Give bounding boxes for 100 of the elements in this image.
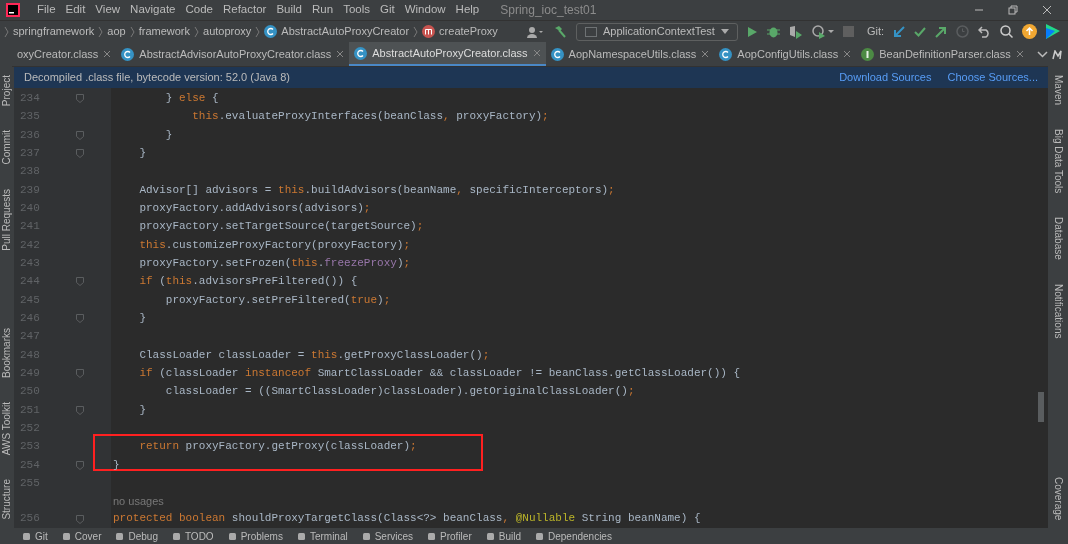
- fold-marker-icon[interactable]: [76, 514, 84, 524]
- editor-tab[interactable]: BeanDefinitionParser.class: [856, 42, 1029, 66]
- editor-tab[interactable]: AbstractAutoProxyCreator.class: [349, 42, 546, 66]
- fold-marker-icon[interactable]: [76, 149, 84, 159]
- editor-tab[interactable]: oxyCreator.class: [12, 42, 117, 66]
- class-icon: [719, 47, 733, 61]
- menu-item[interactable]: Tools: [338, 1, 375, 19]
- menu-item[interactable]: Code: [180, 1, 218, 19]
- chevron-down-icon[interactable]: [1036, 50, 1048, 58]
- tool-window-icon: [361, 531, 371, 541]
- breadcrumb[interactable]: aop: [107, 23, 126, 40]
- menu-item[interactable]: Window: [399, 1, 451, 19]
- menu-item[interactable]: Navigate: [125, 1, 181, 19]
- menu-item[interactable]: Build: [271, 1, 307, 19]
- close-icon[interactable]: [103, 50, 112, 58]
- menu-item[interactable]: Edit: [60, 1, 91, 19]
- tool-window-tab[interactable]: Bookmarks: [1, 328, 13, 379]
- run-configuration-dropdown[interactable]: ApplicationContextTest: [575, 22, 738, 41]
- fold-marker-icon[interactable]: [76, 460, 84, 470]
- breadcrumb[interactable]: autoproxy: [203, 23, 252, 40]
- check-icon[interactable]: [914, 26, 926, 37]
- code-line: if (classLoader instanceof SmartClassLoader && classLoader != beanClass.getClassLoader()) {: [138, 366, 741, 382]
- maven-icon[interactable]: [1052, 49, 1064, 60]
- fold-marker-icon[interactable]: [76, 94, 84, 103]
- close-icon[interactable]: [1015, 50, 1024, 58]
- tab-label: AopConfigUtils.class: [737, 46, 839, 62]
- tool-window-tab[interactable]: Maven: [1052, 75, 1064, 105]
- git-label: Git:: [866, 24, 884, 40]
- toolbox-logo-icon[interactable]: [1046, 24, 1060, 39]
- tool-window-tab[interactable]: Commit: [1, 130, 13, 165]
- tool-window-tab[interactable]: Structure: [1, 479, 13, 520]
- close-icon[interactable]: [1042, 5, 1052, 15]
- tool-window-tab[interactable]: Database: [1052, 217, 1064, 261]
- tool-window-tab[interactable]: Notifications: [1052, 284, 1064, 339]
- menu-item[interactable]: View: [90, 1, 126, 19]
- banner-link[interactable]: Choose Sources...: [947, 69, 1038, 86]
- code-line: }: [138, 402, 146, 418]
- tool-window-button[interactable]: Debug: [115, 528, 158, 544]
- menu-item[interactable]: Run: [307, 1, 339, 19]
- code-line: classLoader = ((SmartClassLoader)classLoader).getOriginalClassLoader();: [164, 384, 635, 400]
- undo-icon[interactable]: [978, 25, 991, 38]
- tool-window-button[interactable]: Terminal: [296, 528, 348, 544]
- tool-window-button[interactable]: Git: [22, 528, 48, 544]
- editor-tab[interactable]: AbstractAdvisorAutoProxyCreator.class: [116, 42, 350, 66]
- chevron-icon: [413, 25, 419, 38]
- tool-window-button[interactable]: Build: [485, 528, 521, 544]
- search-icon[interactable]: [1000, 25, 1013, 38]
- chevron-icon: [129, 25, 135, 38]
- tool-window-tab[interactable]: Project: [1, 75, 13, 107]
- breadcrumb[interactable]: springframework: [13, 23, 95, 40]
- arrow-down-left-icon[interactable]: [893, 25, 905, 38]
- caret-icon: [720, 29, 729, 34]
- tool-window-tab[interactable]: Pull Requests: [1, 188, 13, 251]
- code-line: }: [113, 457, 120, 473]
- tool-window-tab[interactable]: Coverage: [1052, 476, 1064, 520]
- user-icon[interactable]: [525, 25, 544, 38]
- banner-link[interactable]: Download Sources: [839, 69, 932, 86]
- breadcrumb[interactable]: framework: [138, 23, 190, 40]
- fold-marker-icon[interactable]: [76, 369, 84, 379]
- window-title: Spring_ioc_test01: [500, 2, 597, 19]
- tool-window-button[interactable]: Problems: [227, 528, 283, 544]
- code-line: if (this.advisorsPreFiltered()) {: [138, 274, 358, 290]
- tool-window-button[interactable]: Cover: [61, 528, 102, 544]
- bug-icon[interactable]: [766, 25, 780, 38]
- breadcrumb[interactable]: createProxy: [422, 23, 498, 40]
- clock-run-icon[interactable]: [811, 24, 834, 39]
- tool-window-tab[interactable]: AWS Toolkit: [1, 402, 13, 456]
- banner-message: Decompiled .class file, bytecode version: 52.0 (Java 8): [24, 70, 290, 86]
- tool-window-tab[interactable]: Big Data Tools: [1052, 129, 1064, 194]
- shield-run-icon[interactable]: [788, 24, 803, 39]
- clock-icon[interactable]: [956, 25, 969, 38]
- stop-icon[interactable]: [842, 26, 854, 37]
- menu-item[interactable]: Git: [375, 1, 400, 19]
- tool-window-button[interactable]: Dependencies: [535, 528, 612, 544]
- close-icon[interactable]: [336, 50, 345, 58]
- tool-window-icon: [61, 531, 71, 541]
- run-icon[interactable]: [746, 25, 758, 38]
- fold-marker-icon[interactable]: [76, 405, 84, 415]
- menu-item[interactable]: Help: [450, 1, 485, 19]
- arrow-up-right-icon[interactable]: [935, 25, 947, 38]
- editor-tab[interactable]: AopNamespaceUtils.class: [545, 42, 715, 66]
- fold-marker-icon[interactable]: [76, 314, 84, 324]
- tool-window-icon: [296, 531, 306, 541]
- code-line: proxyFactory.setFrozen(this.freezeProxy);: [138, 256, 411, 271]
- fold-marker-icon[interactable]: [76, 277, 84, 287]
- tool-window-icon: [171, 531, 181, 541]
- tool-window-button[interactable]: Profiler: [427, 528, 472, 544]
- fold-marker-icon[interactable]: [76, 130, 84, 140]
- tool-window-button[interactable]: Services: [361, 528, 414, 544]
- editor-tab[interactable]: AopConfigUtils.class: [714, 42, 857, 66]
- close-icon[interactable]: [843, 50, 852, 58]
- tab-label: AopNamespaceUtils.class: [568, 46, 697, 62]
- menu-item[interactable]: Refactor: [217, 1, 272, 19]
- code-line: proxyFactory.setTargetSource(targetSource);: [138, 219, 424, 235]
- menu-item[interactable]: File: [32, 1, 61, 19]
- update-icon[interactable]: [1022, 24, 1037, 39]
- breadcrumb[interactable]: AbstractAutoProxyCreator: [264, 23, 410, 40]
- close-icon[interactable]: [701, 50, 710, 58]
- tool-window-button[interactable]: TODO: [171, 528, 214, 544]
- restore-icon[interactable]: [1008, 5, 1018, 15]
